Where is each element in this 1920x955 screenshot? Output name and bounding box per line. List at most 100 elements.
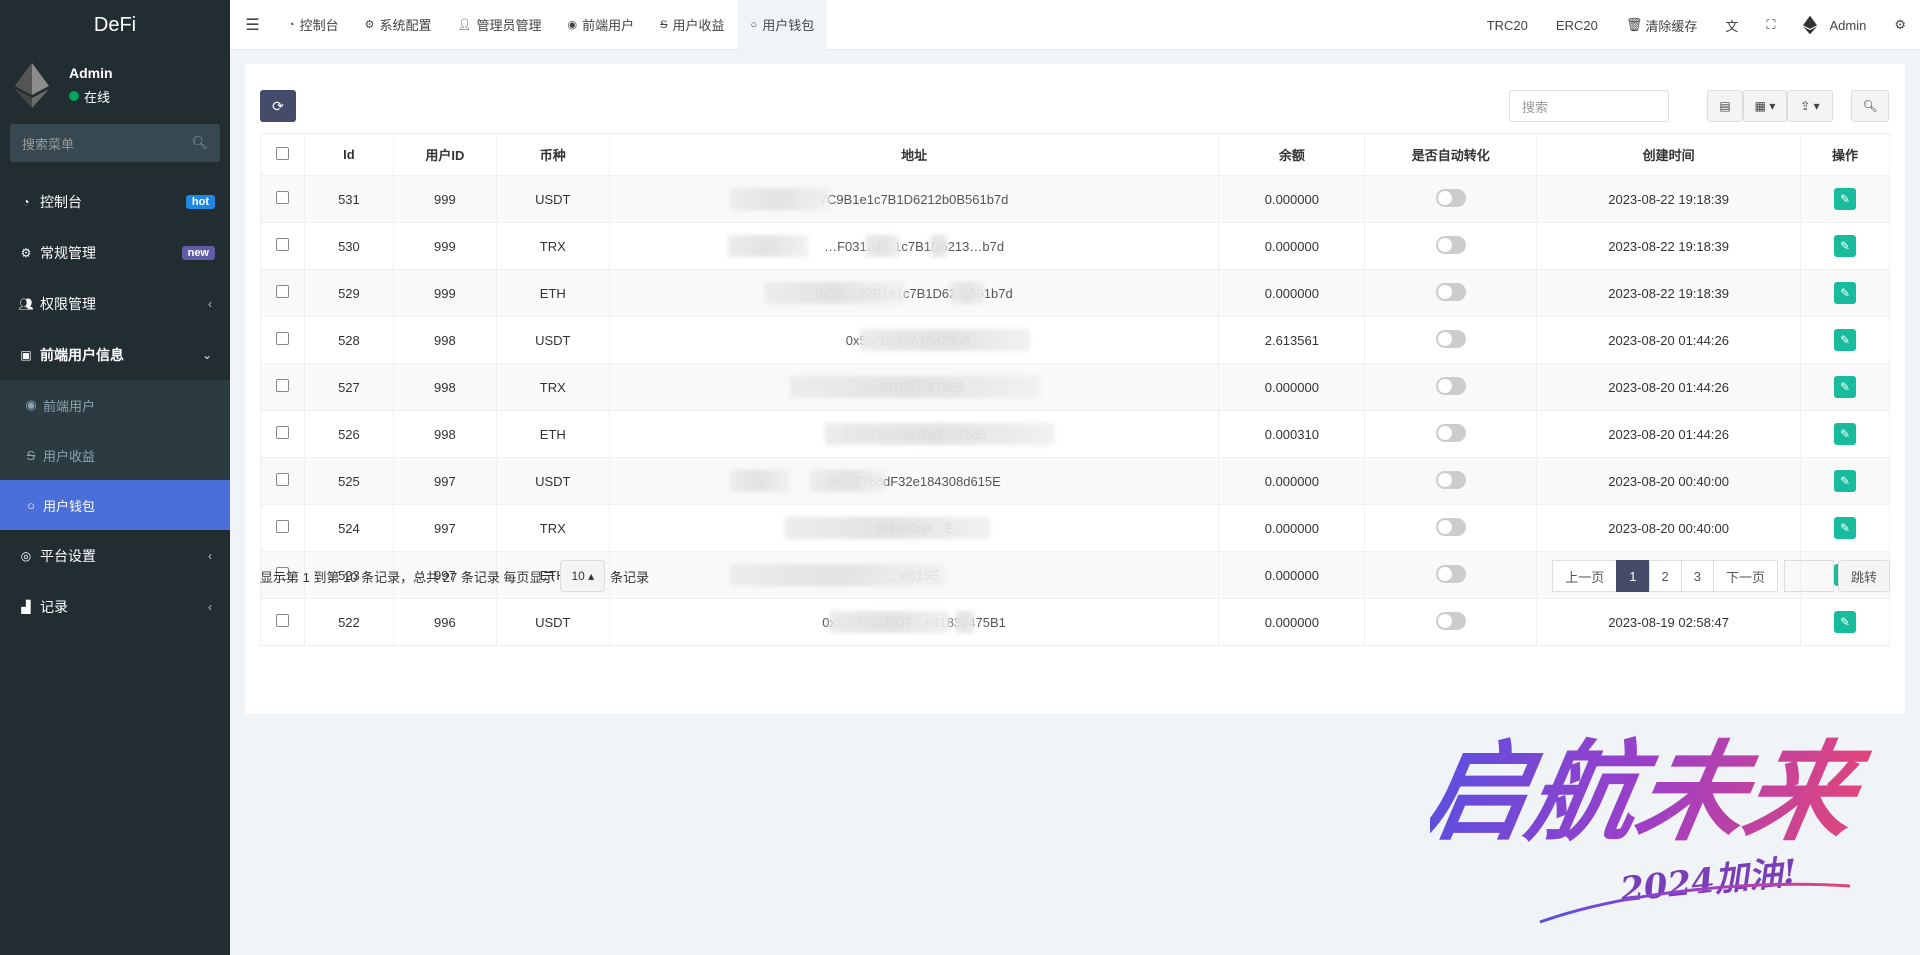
row-checkbox[interactable] <box>275 238 289 251</box>
table-row: 527998TRX0x567b6…476d50.000000 2023-08-20… <box>260 363 1890 411</box>
page-button-2[interactable]: 2 <box>1648 560 1682 592</box>
column-header[interactable]: 余额 <box>1218 133 1366 176</box>
auto-convert-toggle[interactable] <box>1435 611 1466 630</box>
tab-user-wallet[interactable]: ○ 用户钱包 <box>737 0 828 50</box>
sidebar-item-dashboard[interactable]: ◔ 控制台 hot <box>0 176 230 227</box>
erc20-link[interactable]: ERC20 <box>1542 0 1612 50</box>
row-checkbox[interactable] <box>275 614 289 627</box>
column-header[interactable]: 创建时间 <box>1536 133 1801 176</box>
jump-page-input[interactable] <box>1783 560 1834 592</box>
edit-button[interactable]: ✎ <box>1834 282 1856 304</box>
tab-system-config[interactable]: ⚙ 系统配置 <box>352 0 445 50</box>
address-cell: 0x4809a4…E <box>608 504 1220 552</box>
sidebar-item-permissions[interactable]: 👥︎ 权限管理 ‹ <box>0 278 230 329</box>
edit-button[interactable]: ✎ <box>1834 517 1856 539</box>
edit-button[interactable]: ✎ <box>1834 470 1856 492</box>
tab-admin-management[interactable]: 👤︎ 管理员管理 <box>445 0 555 50</box>
advanced-search-button[interactable]: 🔍︎ <box>1851 90 1889 122</box>
auto-convert-toggle[interactable] <box>1435 517 1466 536</box>
circle-outline-icon: ○ <box>750 18 758 31</box>
sidebar-toggle-icon[interactable]: ☰ <box>230 15 275 35</box>
search-icon[interactable]: 🔍︎ <box>191 135 208 151</box>
address-cell: …d615E <box>608 551 1220 599</box>
table-search-input[interactable]: 搜索 <box>1509 90 1669 122</box>
edit-button[interactable]: ✎ <box>1834 423 1856 445</box>
fullscreen-icon[interactable]: ⛶ <box>1752 0 1789 50</box>
cogs-icon[interactable]: ⚙ <box>1880 0 1920 50</box>
sidebar-item-frontend-user-info[interactable]: ▣ 前端用户信息 ⌄ <box>0 329 230 380</box>
action-cell: ✎ <box>1800 598 1890 646</box>
sidebar-item-platform-settings[interactable]: ◎ 平台设置 ‹ <box>0 530 230 581</box>
auto-convert-toggle[interactable] <box>1435 470 1466 489</box>
created-time-cell: 2023-08-22 19:18:39 <box>1536 269 1801 317</box>
row-checkbox[interactable] <box>275 285 289 298</box>
checkbox-cell <box>260 410 305 458</box>
chevron-left-icon: ‹ <box>208 296 212 311</box>
edit-button[interactable]: ✎ <box>1834 376 1856 398</box>
area-chart-icon: ▟ <box>21 599 31 614</box>
columns-button[interactable]: ▦ ▾ <box>1743 90 1787 122</box>
column-header[interactable]: 用户ID <box>392 133 497 176</box>
column-header[interactable]: 币种 <box>495 133 610 176</box>
logo[interactable]: DeFi <box>0 0 230 50</box>
sidebar-subitem-frontend-user[interactable]: ◉ 前端用户 <box>0 380 230 430</box>
row-checkbox[interactable] <box>275 473 289 486</box>
clear-cache-button[interactable]: 🗑︎ 清除缓存 <box>1612 0 1712 50</box>
column-header[interactable]: 是否自动转化 <box>1364 133 1538 176</box>
edit-button[interactable]: ✎ <box>1834 611 1856 633</box>
auto-convert-cell <box>1364 598 1538 646</box>
column-header[interactable]: 地址 <box>608 133 1220 176</box>
trc20-link[interactable]: TRC20 <box>1473 0 1542 50</box>
sidebar-subitem-user-wallet[interactable]: ○ 用户钱包 <box>0 480 230 530</box>
sidebar-search-input[interactable]: 搜索菜单 🔍︎ <box>10 124 220 162</box>
row-checkbox[interactable] <box>275 379 289 392</box>
page-size-select[interactable]: 10 ▴ <box>560 560 606 592</box>
user-name: Admin <box>69 64 113 81</box>
language-icon[interactable]: 文 <box>1711 0 1752 50</box>
pencil-icon: ✎ <box>1839 380 1851 394</box>
tab-dashboard[interactable]: ◔ 控制台 <box>275 0 352 50</box>
action-cell: ✎ <box>1800 457 1890 505</box>
user-id-cell: 998 <box>392 316 497 364</box>
row-checkbox[interactable] <box>275 520 289 533</box>
tab-user-earnings[interactable]: S 用户收益 <box>647 0 737 50</box>
jump-button[interactable]: 跳转 <box>1837 560 1890 592</box>
auto-convert-toggle[interactable] <box>1435 376 1466 395</box>
row-checkbox[interactable] <box>275 191 289 204</box>
sidebar-item-general[interactable]: ⚙ 常规管理 new <box>0 227 230 278</box>
prev-page-button[interactable]: 上一页 <box>1552 560 1618 592</box>
toggle-view-button[interactable]: ▤ <box>1707 90 1743 122</box>
row-checkbox[interactable] <box>275 332 289 345</box>
address-cell: 0x567b649A70a7…76d5 <box>608 410 1220 458</box>
page-button-3[interactable]: 3 <box>1680 560 1714 592</box>
edit-button[interactable]: ✎ <box>1834 329 1856 351</box>
checkbox-cell <box>260 269 305 317</box>
auto-convert-cell <box>1364 457 1538 505</box>
column-header[interactable]: Id <box>303 133 394 176</box>
select-all-checkbox[interactable] <box>275 146 289 160</box>
auto-convert-toggle[interactable] <box>1435 564 1466 583</box>
edit-button[interactable]: ✎ <box>1834 235 1856 257</box>
tab-frontend-user[interactable]: ◉ 前端用户 <box>555 0 648 50</box>
auto-convert-cell <box>1364 175 1538 223</box>
auto-convert-toggle[interactable] <box>1435 329 1466 348</box>
page-button-1[interactable]: 1 <box>1616 560 1650 592</box>
auto-convert-toggle[interactable] <box>1435 282 1466 301</box>
edit-button[interactable]: ✎ <box>1834 188 1856 210</box>
refresh-button[interactable]: ⟳ <box>260 90 296 122</box>
auto-convert-cell <box>1364 551 1538 599</box>
next-page-button[interactable]: 下一页 <box>1712 560 1778 592</box>
user-id-cell: 999 <box>392 222 497 270</box>
row-checkbox[interactable] <box>275 426 289 439</box>
coin-cell: TRX <box>495 222 610 270</box>
auto-convert-toggle[interactable] <box>1435 188 1466 207</box>
created-time-cell: 2023-08-22 19:18:39 <box>1536 175 1801 223</box>
sidebar-item-records[interactable]: ▟ 记录 ‹ <box>0 581 230 632</box>
admin-menu[interactable]: Admin <box>1789 0 1880 50</box>
sidebar-subitem-user-earnings[interactable]: S 用户收益 <box>0 430 230 480</box>
search-icon: 🔍︎ <box>1862 99 1878 113</box>
auto-convert-toggle[interactable] <box>1435 235 1466 254</box>
table-row: 529 999 ETH 0x3B…22B1e1c7B1D62…561b7d 0.0000… <box>260 269 1890 317</box>
export-button[interactable]: ⇪ ▾ <box>1787 90 1833 122</box>
auto-convert-toggle[interactable] <box>1435 423 1466 442</box>
